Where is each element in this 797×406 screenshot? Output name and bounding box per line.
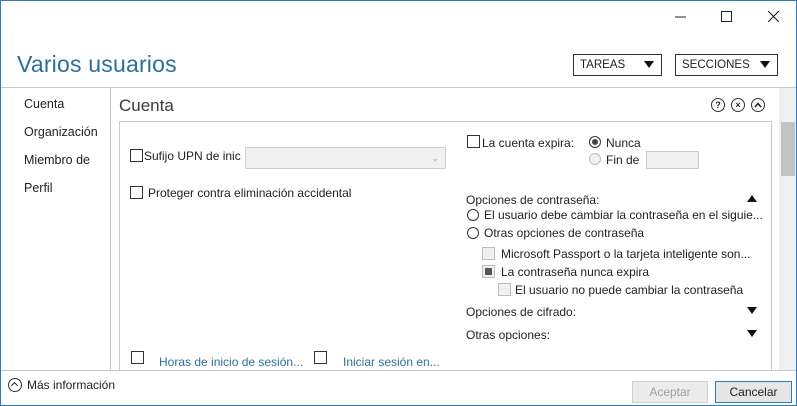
page-title: Varios usuarios	[17, 51, 177, 77]
cancel-button[interactable]: Cancelar	[715, 381, 792, 403]
tasks-label: TAREAS	[580, 59, 626, 71]
chevron-up-circle-icon[interactable]	[8, 378, 22, 392]
more-info-link[interactable]: Más información	[27, 378, 115, 392]
footer-divider	[1, 370, 796, 371]
passport-label: Microsoft Passport o la tarjeta intelige…	[501, 247, 751, 261]
password-options-label: Opciones de contraseña:	[466, 193, 600, 207]
never-expires-checkbox[interactable]	[482, 265, 495, 278]
sections-dropdown[interactable]: SECCIONES	[675, 54, 778, 76]
close-window-button[interactable]	[750, 1, 796, 31]
maximize-icon	[720, 10, 732, 22]
accept-button[interactable]: Aceptar	[632, 381, 708, 403]
upn-suffix-label: Sufijo UPN de inic	[144, 149, 241, 163]
upn-suffix-combo[interactable]: ⌄	[245, 147, 446, 169]
minimize-icon	[674, 16, 686, 17]
section-title: Cuenta	[119, 96, 174, 115]
end-date-field[interactable]	[646, 151, 699, 169]
minimize-button[interactable]	[657, 1, 703, 31]
end-of-radio[interactable]	[589, 153, 601, 165]
protect-deletion-checkbox[interactable]	[130, 186, 143, 199]
other-password-options-radio[interactable]	[467, 227, 479, 239]
must-change-password-label: El usuario debe cambiar la contraseña en…	[484, 208, 763, 222]
must-change-password-radio[interactable]	[467, 209, 479, 221]
never-expires-label: La contraseña nunca expira	[501, 265, 650, 279]
nav-item-miembro-de[interactable]: Miembro de	[24, 153, 90, 167]
upn-suffix-checkbox[interactable]	[130, 149, 143, 162]
nav-item-cuenta[interactable]: Cuenta	[24, 97, 64, 111]
scrollbar-thumb[interactable]	[781, 122, 795, 176]
other-options-label: Otras opciones:	[466, 328, 551, 342]
account-expires-checkbox[interactable]	[467, 135, 480, 148]
chevron-down-icon	[760, 61, 770, 68]
end-of-label: Fin de	[606, 153, 640, 167]
account-expires-label: La cuenta expira:	[482, 136, 575, 150]
logon-to-link[interactable]: Iniciar sesión en...	[343, 355, 440, 369]
encryption-options-label: Opciones de cifrado:	[466, 305, 577, 319]
tasks-dropdown[interactable]: TAREAS	[573, 54, 662, 76]
title-bar	[1, 1, 796, 31]
close-icon: ×	[735, 99, 741, 110]
sidebar-nav: Cuenta Organización Miembro de Perfil	[1, 88, 111, 370]
close-icon	[767, 10, 779, 22]
logon-to-checkbox[interactable]	[314, 351, 327, 364]
expand-encryption-options-icon[interactable]	[747, 307, 757, 314]
help-icon: ?	[715, 99, 721, 110]
cannot-change-password-checkbox[interactable]	[498, 283, 511, 296]
cannot-change-password-label: El usuario no puede cambiar la contraseñ…	[515, 283, 744, 297]
maximize-button[interactable]	[703, 1, 749, 31]
protect-deletion-label: Proteger contra eliminación accidental	[148, 186, 352, 200]
nav-item-organizacion[interactable]: Organización	[24, 125, 98, 139]
header-divider	[1, 87, 796, 88]
passport-checkbox[interactable]	[482, 247, 495, 260]
collapse-section-button[interactable]	[751, 98, 765, 112]
close-section-button[interactable]: ×	[731, 98, 745, 112]
never-radio[interactable]	[589, 136, 601, 148]
sections-label: SECCIONES	[682, 59, 750, 71]
logon-hours-checkbox[interactable]	[131, 351, 144, 364]
chevron-down-icon: ⌄	[431, 153, 439, 163]
collapse-password-options-icon[interactable]	[747, 195, 757, 202]
help-button[interactable]: ?	[711, 98, 725, 112]
other-password-options-label: Otras opciones de contraseña	[484, 226, 645, 240]
logon-hours-link[interactable]: Horas de inicio de sesión...	[159, 355, 303, 369]
chevron-down-icon	[644, 61, 654, 68]
nav-item-perfil[interactable]: Perfil	[24, 181, 52, 195]
never-label: Nunca	[606, 136, 641, 150]
properties-window: Varios usuarios TAREAS SECCIONES Cuenta …	[0, 0, 797, 406]
expand-other-options-icon[interactable]	[747, 330, 757, 337]
chevron-up-icon	[754, 102, 762, 108]
